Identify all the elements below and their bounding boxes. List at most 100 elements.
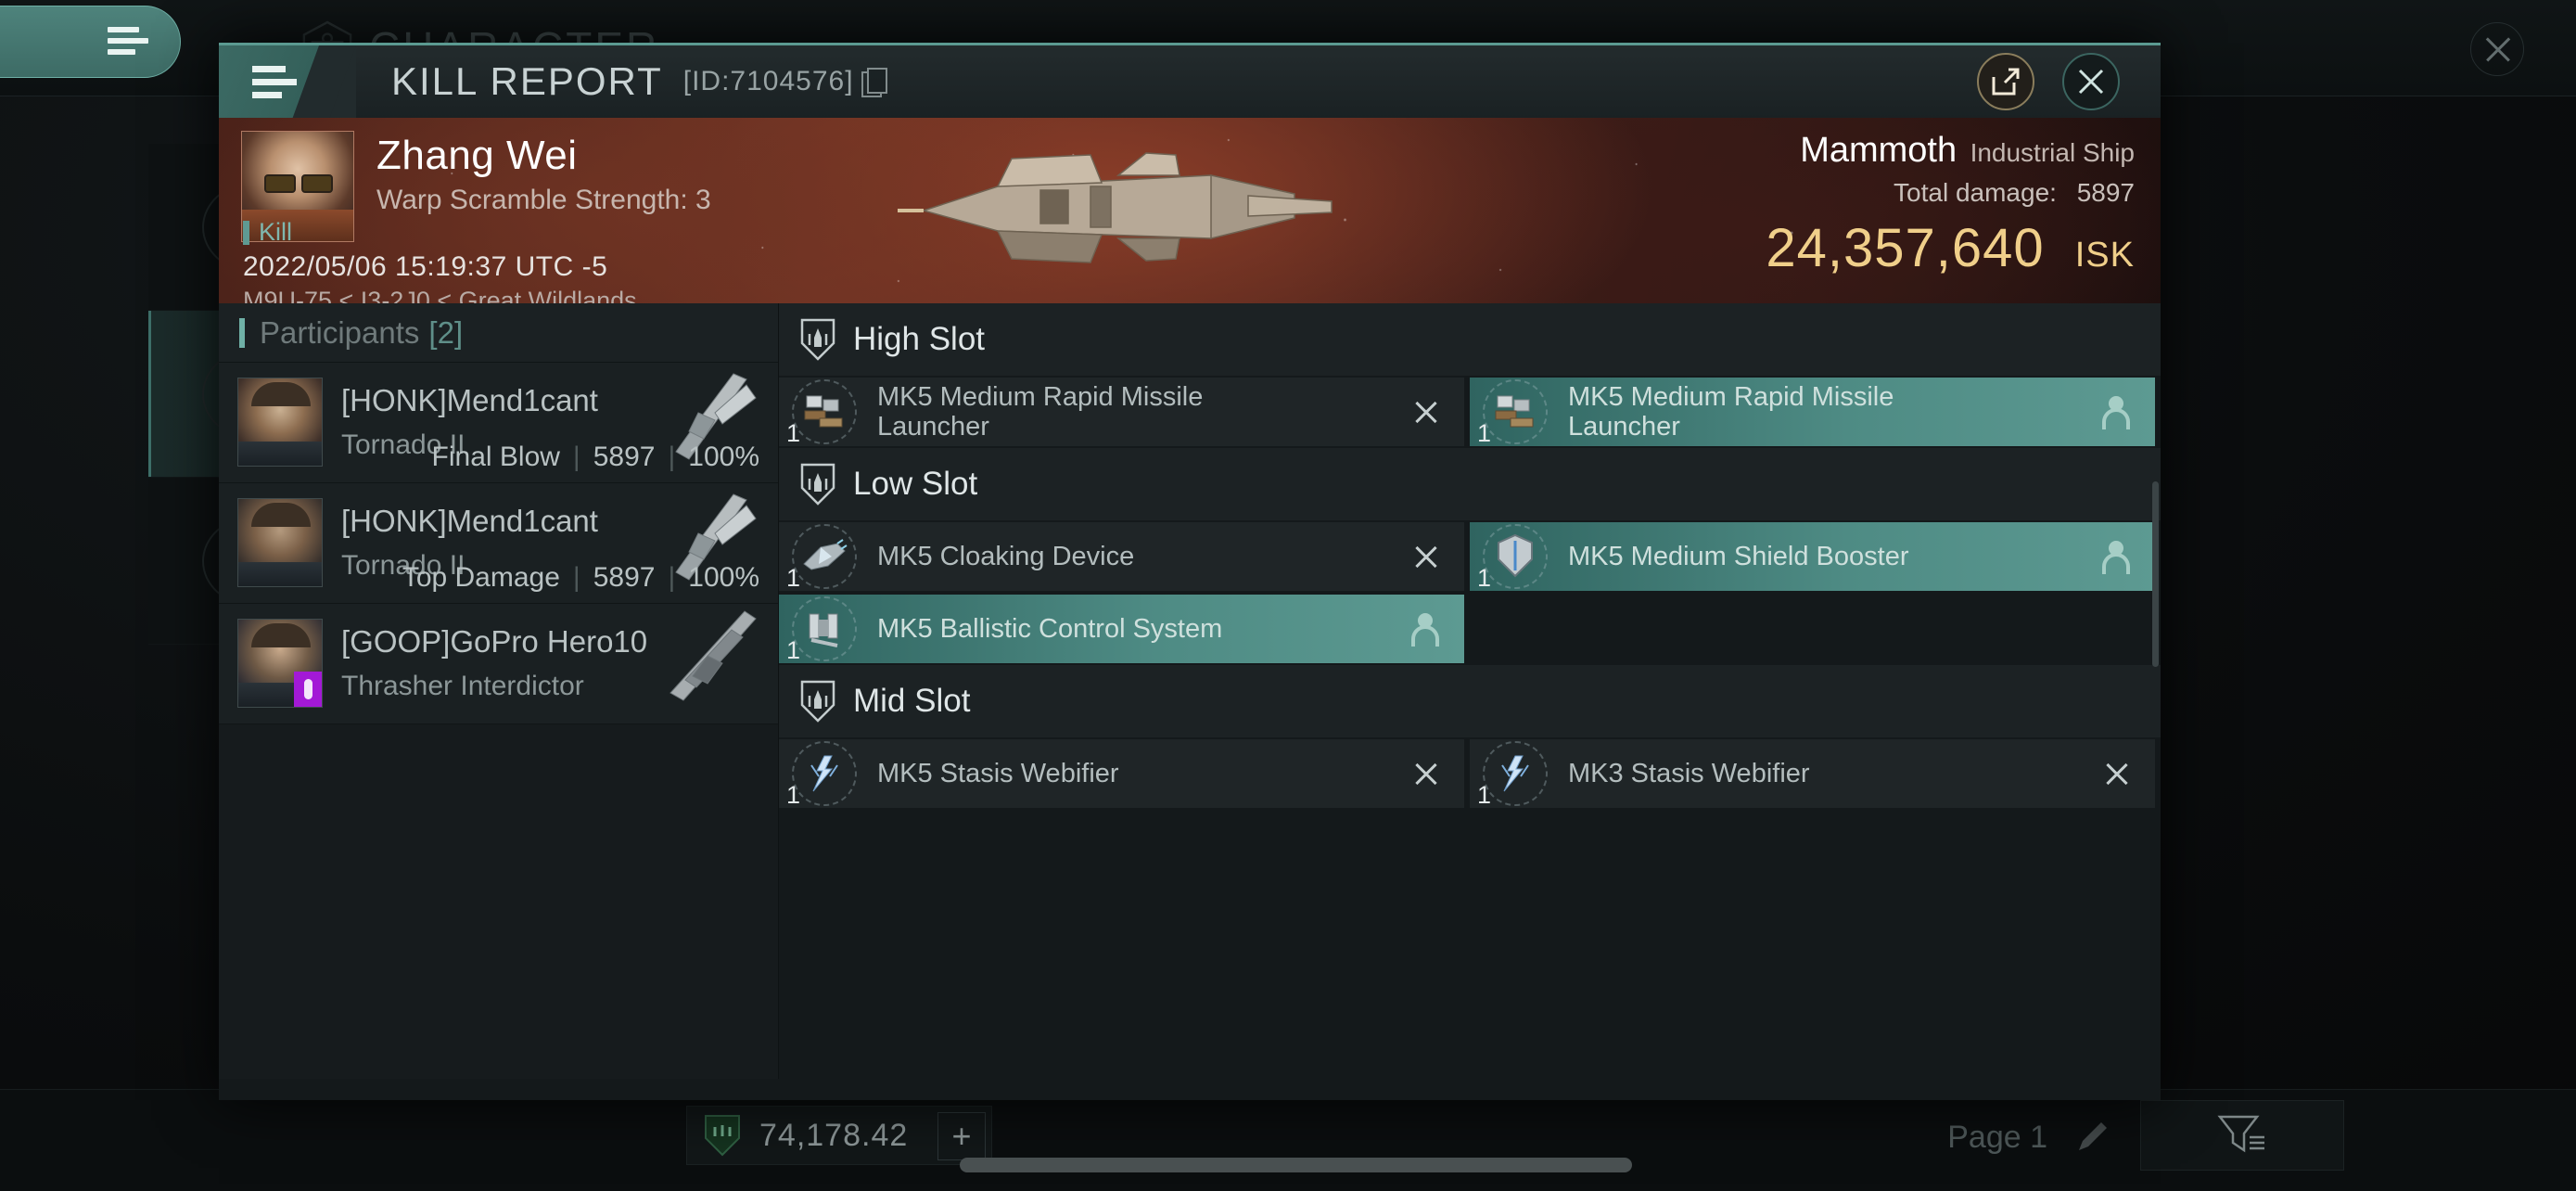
- close-dialog-button[interactable]: [2062, 53, 2120, 110]
- participant-percent: 100%: [688, 442, 759, 472]
- hamburger-icon: [108, 27, 148, 58]
- participant-name: [HONK]Mend1cant: [341, 504, 598, 538]
- participant-name: [GOOP]GoPro Hero10: [341, 624, 648, 659]
- total-damage-label: Total damage:: [1894, 178, 2057, 207]
- share-button[interactable]: [1977, 53, 2034, 110]
- module-item[interactable]: 1 MK5 Medium Rapid Missile Launcher: [779, 378, 1464, 447]
- close-icon[interactable]: [1412, 760, 1440, 788]
- module-item[interactable]: 1 MK5 Medium Rapid Missile Launcher: [1470, 378, 2155, 447]
- module-name: MK5 Ballistic Control System: [877, 613, 1223, 644]
- module-qty: 1: [786, 781, 801, 809]
- person-icon[interactable]: [2101, 539, 2131, 574]
- currency-display: 74,178.42 +: [686, 1106, 992, 1165]
- sunglasses-detail: [264, 174, 333, 193]
- participant-role: Top Damage: [402, 562, 560, 593]
- horizontal-scrollbar[interactable]: [960, 1158, 1632, 1172]
- victim-name: Zhang Wei: [376, 133, 578, 178]
- slot-label: Low Slot: [853, 465, 978, 502]
- module-qty: 1: [1477, 419, 1492, 447]
- person-icon[interactable]: [2101, 394, 2131, 429]
- slot-header-high: High Slot: [779, 303, 2161, 376]
- cloaking-device-icon: 1: [786, 524, 857, 592]
- participants-header: Participants [2]: [219, 303, 778, 363]
- module-name: MK3 Stasis Webifier: [1568, 758, 1810, 788]
- participants-panel: Participants [2] [HONK]Mend1cant Tornado…: [219, 303, 779, 1079]
- close-icon[interactable]: [2103, 760, 2131, 788]
- module-qty: 1: [1477, 564, 1492, 592]
- kill-tag-label: Kill: [259, 218, 293, 246]
- vertical-scrollbar[interactable]: [2152, 481, 2159, 667]
- participant-name: [HONK]Mend1cant: [341, 383, 598, 417]
- slot-grid-low: 1 MK5 Cloaking Device 1 MK5 Medium Shiel…: [779, 520, 2161, 665]
- ship-name: Mammoth: [1800, 131, 1958, 170]
- participant-ship-art: [670, 610, 757, 701]
- module-qty: 1: [786, 564, 801, 592]
- person-icon[interactable]: [1410, 611, 1440, 647]
- module-item[interactable]: 1 MK5 Medium Shield Booster: [1470, 522, 2155, 592]
- module-cell: 1 MK5 Medium Rapid Missile Launcher: [1470, 376, 2161, 448]
- dialog-header-actions: [1977, 53, 2161, 110]
- participant-stats: Top Damage | 5897 | 100%: [402, 562, 759, 593]
- module-cell: 1 MK5 Ballistic Control System: [779, 593, 1470, 665]
- dialog-menu-button[interactable]: [219, 45, 356, 118]
- slot-label: Mid Slot: [853, 682, 971, 719]
- fitting-panel: High Slot 1 MK5 Medium Rapid Missile Lau…: [779, 303, 2161, 1079]
- app-bottom-bar: 74,178.42 + Page 1: [0, 1089, 2576, 1191]
- module-name: MK5 Medium Rapid Missile Launcher: [877, 381, 1204, 442]
- slot-shield-icon: [800, 318, 835, 361]
- table-row[interactable]: [HONK]Mend1cant Tornado II Top Damage | …: [219, 483, 778, 604]
- avatar: [237, 378, 323, 467]
- ballistic-control-icon: 1: [786, 596, 857, 664]
- ship-class: Industrial Ship: [1970, 138, 2135, 167]
- participant-role: Final Blow: [431, 442, 560, 472]
- avatar: [237, 619, 323, 708]
- module-cell: 1 MK5 Medium Shield Booster: [1470, 520, 2161, 593]
- close-icon[interactable]: [1412, 543, 1440, 570]
- module-cell-empty: [1470, 593, 2161, 665]
- module-name: MK5 Medium Rapid Missile Launcher: [1568, 381, 1894, 442]
- dialog-header: KILL REPORT [ID:7104576]: [219, 45, 2161, 118]
- currency-value: 74,178.42: [759, 1117, 909, 1153]
- table-row[interactable]: [GOOP]GoPro Hero10 Thrasher Interdictor: [219, 604, 778, 724]
- kill-verdict: Kill: [1766, 300, 2135, 303]
- module-item[interactable]: 1 MK5 Stasis Webifier: [779, 739, 1464, 809]
- participants-count: [2]: [428, 314, 464, 350]
- filter-button[interactable]: [2140, 1100, 2344, 1171]
- filter-icon: [2217, 1115, 2264, 1153]
- participant-stats: Final Blow | 5897 | 100%: [431, 442, 759, 472]
- kill-tag: Kill: [243, 218, 292, 247]
- add-currency-button[interactable]: +: [937, 1112, 986, 1160]
- slot-shield-icon: [800, 463, 835, 506]
- table-row[interactable]: [HONK]Mend1cant Tornado II Final Blow | …: [219, 363, 778, 483]
- slot-grid-high: 1 MK5 Medium Rapid Missile Launcher 1 MK…: [779, 376, 2161, 448]
- isk-unit: ISK: [2074, 236, 2135, 275]
- missile-launcher-icon: 1: [786, 379, 857, 447]
- close-icon[interactable]: [1412, 398, 1440, 426]
- copy-icon[interactable]: [861, 68, 887, 97]
- module-cell: 1 MK5 Medium Rapid Missile Launcher: [779, 376, 1470, 448]
- module-qty: 1: [786, 419, 801, 447]
- module-cell: 1 MK3 Stasis Webifier: [1470, 737, 2161, 810]
- slot-header-mid: Mid Slot: [779, 665, 2161, 737]
- pencil-icon[interactable]: [2072, 1117, 2112, 1158]
- shield-booster-icon: 1: [1477, 524, 1548, 592]
- slot-shield-icon: [800, 680, 835, 723]
- app-menu-button[interactable]: [0, 6, 181, 78]
- participant-damage: 5897: [593, 562, 656, 593]
- module-name: MK5 Cloaking Device: [877, 541, 1135, 571]
- module-item[interactable]: 1 MK5 Cloaking Device: [779, 522, 1464, 592]
- share-external-icon: [1992, 68, 2020, 96]
- stasis-webifier-icon: 1: [786, 741, 857, 809]
- kill-report-dialog: KILL REPORT [ID:7104576] Zhang Wei Warp …: [219, 43, 2161, 1100]
- module-qty: 1: [1477, 781, 1492, 809]
- module-cell: 1 MK5 Cloaking Device: [779, 520, 1470, 593]
- app-close-button[interactable]: [2470, 22, 2524, 76]
- purple-booster-badge: [294, 672, 322, 707]
- isk-value: 24,357,640: [1766, 218, 2045, 278]
- participants-title: Participants: [260, 314, 420, 350]
- hamburger-icon: [252, 66, 297, 105]
- module-item[interactable]: 1 MK3 Stasis Webifier: [1470, 739, 2155, 809]
- report-id: [ID:7104576]: [682, 66, 854, 96]
- stasis-webifier-icon: 1: [1477, 741, 1548, 809]
- module-item[interactable]: 1 MK5 Ballistic Control System: [779, 595, 1464, 664]
